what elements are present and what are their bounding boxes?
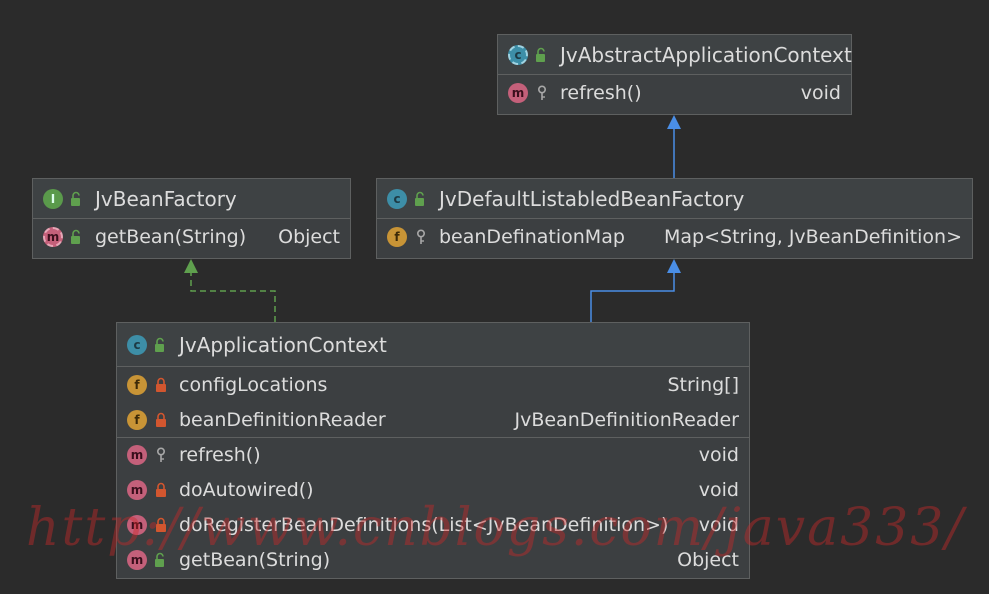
member-type: void — [698, 513, 739, 536]
public-visibility-icon — [69, 189, 85, 209]
private-visibility-icon — [153, 480, 169, 500]
member-type: Object — [278, 225, 340, 248]
member-name: refresh() — [179, 444, 261, 466]
class-box-bean-factory[interactable]: I JvBeanFactory m getBean(String) Object — [32, 178, 351, 259]
member-name: beanDefinationMap — [439, 225, 625, 248]
member-row[interactable]: f beanDefinationMap Map<String, JvBeanDe… — [377, 219, 972, 254]
method-row-refresh[interactable]: m refresh() void — [117, 437, 749, 472]
member-row[interactable]: m refresh() void — [498, 75, 851, 110]
method-row-get-bean[interactable]: m getBean(String) Object — [117, 542, 749, 577]
class-name: JvBeanFactory — [95, 186, 237, 211]
abstract-class-icon: c — [508, 44, 528, 65]
extends-arrowhead-abstract — [667, 115, 681, 129]
method-icon: m — [127, 445, 147, 465]
member-type: void — [698, 478, 739, 501]
class-icon: c — [127, 334, 147, 355]
extends-arrowhead-default — [667, 259, 681, 273]
member-type: void — [800, 81, 841, 104]
class-icon: c — [387, 188, 407, 209]
class-name: JvAbstractApplicationContext — [560, 42, 852, 67]
private-visibility-icon — [153, 515, 169, 535]
class-header[interactable]: I JvBeanFactory — [33, 179, 350, 219]
public-visibility-icon — [69, 227, 85, 247]
method-icon: m — [127, 514, 147, 535]
field-row-config-locations[interactable]: f configLocations String[] — [117, 367, 749, 402]
method-icon: m — [127, 549, 147, 570]
member-name: getBean(String) — [179, 548, 331, 571]
member-name: beanDefinitionReader — [179, 408, 386, 431]
class-name: JvDefaultListabledBeanFactory — [439, 186, 745, 211]
interface-icon: I — [43, 188, 63, 209]
protected-visibility-icon — [413, 227, 429, 247]
member-name: doAutowired() — [179, 478, 314, 501]
field-row-bean-definition-reader[interactable]: f beanDefinitionReader JvBeanDefinitionR… — [117, 402, 749, 437]
private-visibility-icon — [153, 410, 169, 430]
class-box-application-context[interactable]: c JvApplicationContext f configLocations… — [116, 322, 750, 579]
method-icon: m — [508, 82, 528, 103]
class-header[interactable]: c JvAbstractApplicationContext — [498, 35, 852, 75]
method-row-do-autowired[interactable]: m doAutowired() void — [117, 472, 749, 507]
field-icon: f — [127, 374, 147, 395]
member-type: Map<String, JvBeanDefinition> — [664, 225, 962, 248]
protected-visibility-icon — [534, 83, 550, 103]
method-icon: m — [127, 479, 147, 500]
public-visibility-icon — [413, 189, 429, 209]
field-icon: f — [127, 409, 147, 430]
private-visibility-icon — [153, 375, 169, 395]
uml-class-diagram: c JvAbstractApplicationContext m refresh… — [0, 0, 989, 594]
member-name: doRegisterBeanDefinitions(List<JvBeanDef… — [179, 513, 669, 536]
member-name: getBean(String) — [95, 225, 247, 248]
member-type: String[] — [667, 373, 739, 396]
field-icon: f — [387, 226, 407, 247]
member-name: refresh() — [560, 81, 642, 104]
public-visibility-icon — [153, 335, 169, 355]
abstract-method-icon: m — [43, 226, 63, 247]
method-row-do-register-bean-definitions[interactable]: m doRegisterBeanDefinitions(List<JvBeanD… — [117, 507, 749, 542]
member-type: Object — [677, 548, 739, 571]
implements-arrowhead-factory — [184, 259, 198, 273]
member-name: configLocations — [179, 373, 328, 396]
class-header[interactable]: c JvApplicationContext — [117, 323, 749, 367]
class-header[interactable]: c JvDefaultListabledBeanFactory — [377, 179, 972, 219]
class-box-default-listabled-bean-factory[interactable]: c JvDefaultListabledBeanFactory f beanDe… — [376, 178, 973, 259]
extends-line-context-to-default — [590, 273, 675, 322]
class-name: JvApplicationContext — [179, 332, 387, 357]
member-type: void — [698, 444, 739, 466]
member-type: JvBeanDefinitionReader — [514, 408, 739, 431]
public-visibility-icon — [153, 550, 169, 570]
class-box-abstract-application-context[interactable]: c JvAbstractApplicationContext m refresh… — [497, 34, 852, 115]
member-row[interactable]: m getBean(String) Object — [33, 219, 350, 254]
protected-visibility-icon — [153, 445, 169, 465]
implements-line-context-to-factory — [190, 273, 276, 322]
public-visibility-icon — [534, 45, 550, 65]
